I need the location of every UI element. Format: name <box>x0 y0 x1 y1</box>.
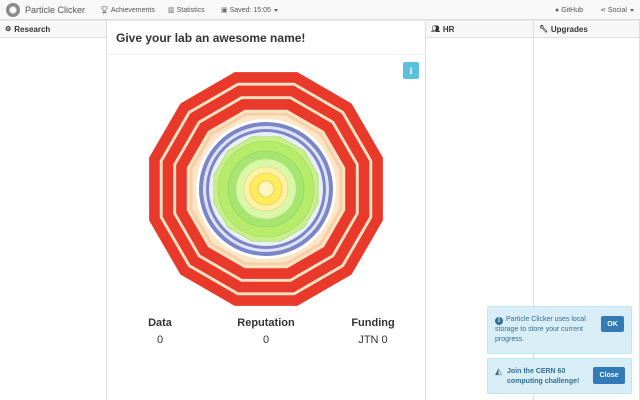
divider <box>107 54 426 55</box>
hr-header: 👥︎ HR <box>426 21 533 38</box>
lab-panel: Give your lab an awesome name! i Data 0 … <box>107 21 426 400</box>
wrench-icon: 🔧︎ <box>539 26 548 33</box>
close-button[interactable]: Close <box>593 367 625 384</box>
cern-challenge-alert: ◭ Join the CERN 60 computing challenge! … <box>487 358 632 394</box>
nav-social-dropdown[interactable]: ⋖ Social <box>600 0 634 20</box>
brand[interactable]: Particle Clicker <box>6 3 85 17</box>
app-logo-icon <box>6 3 20 17</box>
local-storage-message: Particle Clicker uses local storage to s… <box>495 316 586 343</box>
chevron-down-icon <box>273 8 278 12</box>
nav-saved-label: Saved: 15:05 <box>229 6 271 14</box>
gears-icon: ⚙ <box>5 26 12 33</box>
info-circle-icon: i <box>495 317 503 325</box>
users-icon: 👥︎ <box>431 26 440 33</box>
beam-pipe <box>257 180 275 198</box>
area-chart-icon: ◭ <box>495 366 502 376</box>
nav-statistics-label: Statistics <box>176 6 205 14</box>
detector-layers <box>149 72 383 306</box>
local-storage-alert: i Particle Clicker uses local storage to … <box>487 306 632 354</box>
stat-data: Data 0 <box>120 317 200 346</box>
nav-github[interactable]: ● GitHub <box>555 0 583 20</box>
research-header: ⚙ Research <box>0 21 106 38</box>
ok-button[interactable]: OK <box>601 316 624 332</box>
navbar: Particle Clicker 🏆︎ Achievements ▥ Stati… <box>0 0 640 20</box>
github-icon: ● <box>555 6 560 14</box>
stat-funding: Funding JTN 0 <box>333 317 413 346</box>
chevron-down-icon <box>629 8 634 12</box>
nav-social-label: Social <box>607 6 627 14</box>
bar-chart-icon: ▥ <box>168 7 175 14</box>
share-icon: ⋖ <box>600 7 606 14</box>
upgrades-title: Upgrades <box>550 24 588 34</box>
nav-achievements[interactable]: 🏆︎ Achievements <box>100 0 155 20</box>
upgrades-header: 🔧︎ Upgrades <box>534 21 639 38</box>
stat-funding-value: JTN 0 <box>358 334 388 346</box>
nav-achievements-label: Achievements <box>110 6 155 14</box>
nav-statistics[interactable]: ▥ Statistics <box>168 0 205 20</box>
stat-funding-label: Funding <box>351 317 395 329</box>
cern-challenge-text[interactable]: Join the CERN 60 computing challenge! <box>507 367 592 387</box>
nav-saved-dropdown[interactable]: ▣ Saved: 15:05 <box>221 0 278 20</box>
stat-reputation-value: 0 <box>262 334 270 346</box>
lab-name[interactable]: Give your lab an awesome name! <box>116 31 305 45</box>
research-title: Research <box>14 24 51 34</box>
brand-title: Particle Clicker <box>25 5 86 15</box>
detector-clicker[interactable] <box>149 72 383 306</box>
stat-reputation-label: Reputation <box>237 317 295 329</box>
trophy-icon: 🏆︎ <box>100 7 109 14</box>
local-storage-alert-text: i Particle Clicker uses local storage to … <box>495 315 595 345</box>
nav-github-label: GitHub <box>561 6 584 14</box>
research-panel: ⚙ Research <box>0 21 107 400</box>
hr-title: HR <box>442 24 455 34</box>
stat-data-label: Data <box>148 317 172 329</box>
save-icon: ▣ <box>221 7 228 14</box>
stat-data-value: 0 <box>156 334 164 346</box>
info-button[interactable]: i <box>403 62 419 79</box>
stat-reputation: Reputation 0 <box>226 317 306 346</box>
